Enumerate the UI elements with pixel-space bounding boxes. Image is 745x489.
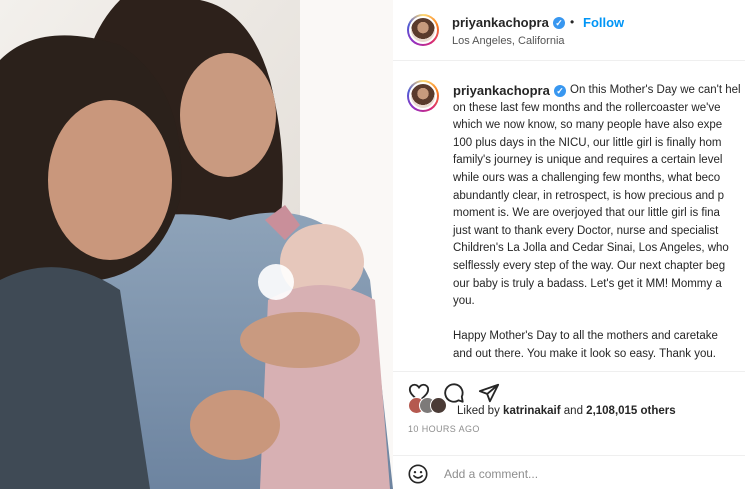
follow-button[interactable]: Follow <box>583 15 624 30</box>
share-icon[interactable] <box>478 382 500 404</box>
post-photo[interactable] <box>0 0 393 489</box>
liked-by-prefix: Liked by <box>457 405 500 417</box>
emoji-icon[interactable] <box>407 463 429 485</box>
liked-by-user[interactable]: katrinakaif <box>503 405 561 417</box>
header-separator: • <box>570 15 575 29</box>
caption-area: priyankachopra ✓ On this Mother's Day we… <box>393 61 745 371</box>
post-header: priyankachopra ✓ • Follow Los Angeles, C… <box>393 0 745 61</box>
liked-by-and: and <box>563 405 583 417</box>
add-comment-row <box>393 455 745 489</box>
liker-avatars[interactable] <box>408 397 456 415</box>
post-actions: Liked by katrinakaif and 2,108,015 other… <box>393 371 745 489</box>
like-count[interactable]: 2,108,015 others <box>586 405 676 417</box>
liked-by-line: Liked by katrinakaif and 2,108,015 other… <box>457 405 676 417</box>
post-side-panel: priyankachopra ✓ • Follow Los Angeles, C… <box>393 0 745 489</box>
verified-badge-icon: ✓ <box>553 17 565 29</box>
profile-avatar[interactable] <box>407 14 439 46</box>
caption-text: On this Mother's Day we can't hel on the… <box>453 84 741 360</box>
post-timestamp[interactable]: 10 HOURS AGO <box>408 424 480 434</box>
comment-input[interactable] <box>444 465 734 483</box>
header-username[interactable]: priyankachopra <box>452 15 549 30</box>
post-image <box>0 0 393 489</box>
location-link[interactable]: Los Angeles, California <box>452 35 565 47</box>
liker-avatar <box>430 397 447 414</box>
caption-avatar[interactable] <box>407 80 439 112</box>
